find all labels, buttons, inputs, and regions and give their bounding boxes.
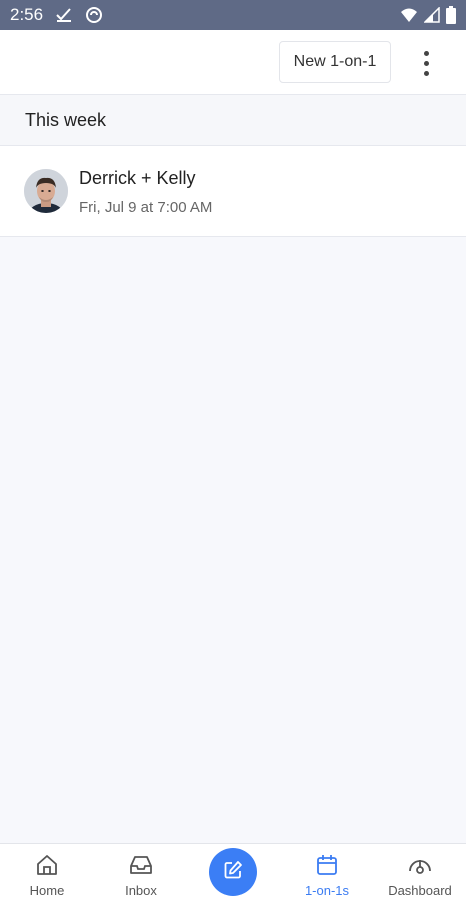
status-bar: 2:56 [0, 0, 466, 30]
nav-inbox-label: Inbox [125, 883, 157, 898]
nav-dashboard-label: Dashboard [388, 883, 452, 898]
wifi-icon [400, 7, 418, 23]
section-title: This week [25, 109, 107, 130]
nav-home-label: Home [29, 883, 65, 898]
nav-dashboard[interactable]: Dashboard [380, 844, 460, 900]
more-vertical-icon[interactable] [410, 43, 442, 83]
sync-icon [85, 6, 103, 24]
avatar [24, 169, 68, 213]
dashboard-icon [407, 853, 433, 880]
check-notification-icon [55, 7, 73, 23]
nav-home[interactable]: Home [12, 844, 82, 900]
battery-icon [446, 6, 456, 24]
meeting-title: Derrick + Kelly [79, 168, 196, 188]
home-icon [35, 853, 59, 880]
status-time: 2:56 [10, 5, 44, 24]
compose-icon [222, 859, 244, 886]
new-1-on-1-button[interactable]: New 1-on-1 [279, 41, 391, 83]
meeting-datetime: Fri, Jul 9 at 7:00 AM [79, 199, 213, 216]
section-header: This week [0, 95, 466, 146]
compose-button[interactable] [209, 848, 257, 896]
app-bar: New 1-on-1 [0, 30, 466, 95]
nav-inbox[interactable]: Inbox [106, 844, 176, 900]
nav-1-on-1s[interactable]: 1-on-1s [292, 844, 362, 900]
meeting-list-item[interactable]: Derrick + Kelly Fri, Jul 9 at 7:00 AM [0, 146, 466, 237]
cell-signal-icon [424, 7, 440, 23]
calendar-icon [315, 853, 339, 880]
inbox-icon [128, 853, 154, 880]
nav-1-on-1s-label: 1-on-1s [304, 883, 350, 898]
